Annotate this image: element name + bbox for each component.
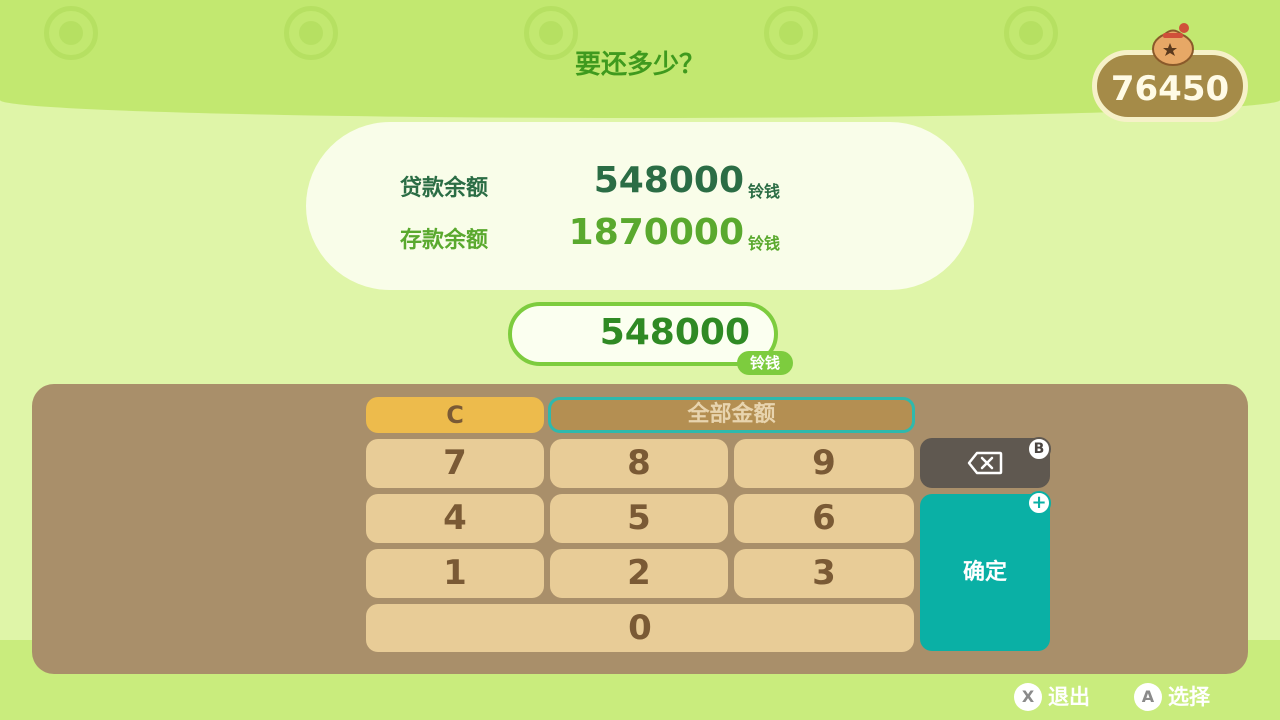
key-8[interactable]: 8	[550, 439, 728, 488]
plus-button-badge: +	[1027, 491, 1051, 515]
loan-balance-unit: 铃钱	[748, 182, 781, 201]
key-6[interactable]: 6	[734, 494, 914, 543]
b-button-badge: B	[1027, 437, 1051, 461]
savings-balance-label: 存款余额	[400, 228, 489, 253]
hint-exit[interactable]: X 退出	[1014, 683, 1104, 711]
all-amount-button[interactable]: 全部金额	[548, 397, 915, 433]
page-title: 要还多少？	[574, 50, 705, 80]
savings-balance-value: 1870000	[568, 212, 744, 253]
clear-button[interactable]: C	[366, 397, 544, 433]
key-9[interactable]: 9	[734, 439, 914, 488]
key-1[interactable]: 1	[366, 549, 544, 598]
backspace-icon	[967, 451, 1003, 475]
key-5[interactable]: 5	[550, 494, 728, 543]
bell-bag-icon	[1152, 23, 1194, 66]
wallet-bells-value: 76450	[1110, 69, 1230, 109]
hint-select[interactable]: A 选择	[1134, 683, 1224, 711]
key-7[interactable]: 7	[366, 439, 544, 488]
amount-input-value: 548000	[599, 312, 750, 353]
amount-unit-badge: 铃钱	[737, 351, 793, 375]
savings-balance-unit: 铃钱	[748, 234, 781, 253]
confirm-button[interactable]: 确定	[920, 494, 1050, 651]
balance-panel: 贷款余额 548000 铃钱 存款余额 1870000 铃钱	[306, 122, 974, 290]
key-0[interactable]: 0	[366, 604, 914, 652]
loan-balance-label: 贷款余额	[400, 176, 489, 201]
key-2[interactable]: 2	[550, 549, 728, 598]
hint-select-label: 选择	[1168, 685, 1210, 709]
key-4[interactable]: 4	[366, 494, 544, 543]
x-button-icon: X	[1014, 683, 1042, 711]
loan-balance-value: 548000	[593, 160, 744, 201]
hint-exit-label: 退出	[1048, 685, 1090, 709]
a-button-icon: A	[1134, 683, 1162, 711]
key-3[interactable]: 3	[734, 549, 914, 598]
